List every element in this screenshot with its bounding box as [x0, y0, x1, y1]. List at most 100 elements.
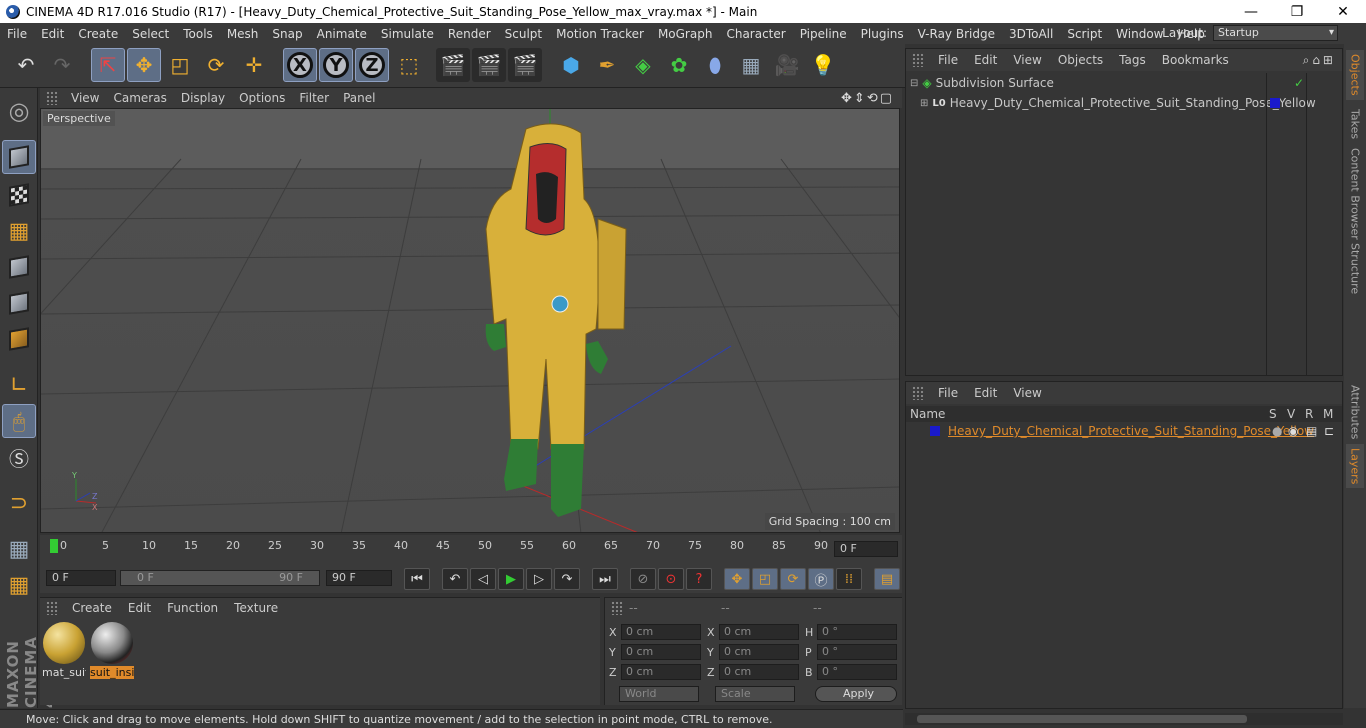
layer-color-tag[interactable]	[1270, 98, 1280, 108]
vp-menu-options[interactable]: Options	[232, 91, 292, 105]
apply-button[interactable]: Apply	[815, 686, 897, 702]
menu-pipeline[interactable]: Pipeline	[793, 27, 854, 41]
perspective-viewport[interactable]: Y Z X Perspective Grid Spacing : 100 cm	[40, 108, 900, 533]
timeline-ruler[interactable]: 0 5 10 15 20 25 30 35 40 45 50 55 60 65 …	[40, 535, 902, 565]
rotation-p-field[interactable]: 0 °	[817, 644, 897, 660]
mat-menu-texture[interactable]: Texture	[226, 601, 286, 615]
layer-color-swatch[interactable]	[930, 426, 940, 436]
object-row[interactable]: ⊞ L0 Heavy_Duty_Chemical_Protective_Suit…	[906, 93, 1342, 113]
polygons-mode-icon[interactable]	[2, 322, 36, 356]
transform-tool-icon[interactable]: ✛	[237, 48, 271, 82]
key-position-icon[interactable]: ✥	[724, 568, 750, 590]
menu-script[interactable]: Script	[1060, 27, 1109, 41]
menu-mesh[interactable]: Mesh	[220, 27, 266, 41]
world-dropdown[interactable]: World	[619, 686, 699, 702]
key-rotation-icon[interactable]: ⟳	[780, 568, 806, 590]
tab-layers[interactable]: Layers	[1346, 444, 1364, 488]
make-editable-icon[interactable]: ◎	[2, 94, 36, 128]
layer-menu-file[interactable]: File	[930, 386, 966, 400]
scale-tool-icon[interactable]: ◰	[163, 48, 197, 82]
subdivision-surface-icon[interactable]: ◈	[626, 48, 660, 82]
tab-attributes[interactable]: Attributes	[1346, 384, 1364, 440]
vp-menu-panel[interactable]: Panel	[336, 91, 382, 105]
menu-render[interactable]: Render	[441, 27, 498, 41]
menu-plugins[interactable]: Plugins	[854, 27, 911, 41]
redo-icon[interactable]: ↷	[45, 48, 79, 82]
current-frame-field[interactable]: 0 F	[834, 541, 898, 557]
mat-menu-create[interactable]: Create	[64, 601, 120, 615]
axis-mode-icon[interactable]: ∟	[2, 368, 36, 402]
expand-icon[interactable]: ⊞	[920, 98, 928, 109]
floor-icon[interactable]: ▦	[734, 48, 768, 82]
tab-objects[interactable]: Objects	[1346, 50, 1364, 100]
vp-menu-cameras[interactable]: Cameras	[106, 91, 173, 105]
move-tool-icon[interactable]: ✥	[127, 48, 161, 82]
layer-menu-view[interactable]: View	[1005, 386, 1049, 400]
minimize-icon[interactable]: —	[1228, 0, 1274, 23]
visibility-check-icon[interactable]: ✓	[1294, 76, 1304, 90]
layout-dropdown[interactable]: Startup	[1213, 25, 1338, 41]
previous-key-icon[interactable]: ↶	[442, 568, 468, 590]
menu-sculpt[interactable]: Sculpt	[498, 27, 549, 41]
panel-grip-icon[interactable]	[46, 601, 58, 615]
size-z-field[interactable]: 0 cm	[719, 664, 799, 680]
rotate-tool-icon[interactable]: ⟳	[199, 48, 233, 82]
autokey-icon[interactable]: ⊙	[658, 568, 684, 590]
end-frame-field[interactable]: 90 F	[326, 570, 392, 586]
workplane-mode-icon[interactable]: ▦	[2, 214, 36, 248]
object-row[interactable]: ⊟ ◈ Subdivision Surface ✓	[906, 73, 1342, 93]
light-icon[interactable]: 💡	[806, 48, 840, 82]
position-y-field[interactable]: 0 cm	[621, 644, 701, 660]
obj-menu-edit[interactable]: Edit	[966, 53, 1005, 67]
go-to-end-icon[interactable]: ⏭	[592, 568, 618, 590]
z-axis-lock-button[interactable]: Z	[355, 48, 389, 82]
key-pla-icon[interactable]: ⁞⁞	[836, 568, 862, 590]
position-x-field[interactable]: 0 cm	[621, 624, 701, 640]
scale-dropdown[interactable]: Scale	[715, 686, 795, 702]
rotation-b-field[interactable]: 0 °	[817, 664, 897, 680]
camera-icon[interactable]: 🎥	[770, 48, 804, 82]
layer-row[interactable]: Heavy_Duty_Chemical_Protective_Suit_Stan…	[906, 422, 1342, 440]
render-clapper-icon[interactable]: ▤	[1306, 424, 1317, 438]
rotation-h-field[interactable]: 0 °	[817, 624, 897, 640]
material-swatch-selected[interactable]: suit_insi	[90, 622, 134, 679]
horizontal-scrollbar[interactable]	[905, 713, 1343, 725]
size-y-field[interactable]: 0 cm	[719, 644, 799, 660]
vp-menu-display[interactable]: Display	[174, 91, 232, 105]
menu-motion-tracker[interactable]: Motion Tracker	[549, 27, 651, 41]
coordinate-system-icon[interactable]: ⬚	[392, 48, 426, 82]
maximize-icon[interactable]: ❐	[1274, 0, 1320, 23]
model-mode-icon[interactable]	[2, 140, 36, 174]
obj-menu-file[interactable]: File	[930, 53, 966, 67]
obj-menu-view[interactable]: View	[1005, 53, 1049, 67]
frame-range-slider[interactable]: 0 F 90 F	[120, 570, 320, 586]
menu-mograph[interactable]: MoGraph	[651, 27, 720, 41]
menu-3dtoall[interactable]: 3DToAll	[1002, 27, 1060, 41]
tab-structure[interactable]: Structure	[1346, 243, 1364, 294]
snap-magnet-icon[interactable]: ⊃	[2, 486, 36, 520]
key-scale-icon[interactable]: ◰	[752, 568, 778, 590]
next-key-icon[interactable]: ↷	[554, 568, 580, 590]
mat-menu-edit[interactable]: Edit	[120, 601, 159, 615]
deformer-icon[interactable]: ⬮	[698, 48, 732, 82]
obj-menu-bookmarks[interactable]: Bookmarks	[1154, 53, 1237, 67]
planar-workplane-icon[interactable]: ▦	[2, 568, 36, 602]
menu-character[interactable]: Character	[719, 27, 792, 41]
menu-create[interactable]: Create	[71, 27, 125, 41]
layer-menu-edit[interactable]: Edit	[966, 386, 1005, 400]
start-frame-field[interactable]: 0 F	[46, 570, 116, 586]
tab-content-browser[interactable]: Content Browser	[1346, 148, 1364, 240]
y-axis-lock-button[interactable]: Y	[319, 48, 353, 82]
texture-mode-icon[interactable]	[2, 178, 36, 212]
undo-icon[interactable]: ↶	[9, 48, 43, 82]
menu-select[interactable]: Select	[125, 27, 176, 41]
mat-menu-function[interactable]: Function	[159, 601, 226, 615]
expand-icon[interactable]: ⊟	[910, 78, 918, 89]
manager-tree-icon[interactable]: ⊏	[1324, 424, 1334, 438]
eye-icon[interactable]: ◉	[1288, 424, 1298, 438]
render-view-icon[interactable]: 🎬	[436, 48, 470, 82]
render-picture-viewer-icon[interactable]: 🎬	[472, 48, 506, 82]
menu-vray-bridge[interactable]: V-Ray Bridge	[911, 27, 1002, 41]
go-to-start-icon[interactable]: ⏮	[404, 568, 430, 590]
menu-file[interactable]: File	[0, 27, 34, 41]
